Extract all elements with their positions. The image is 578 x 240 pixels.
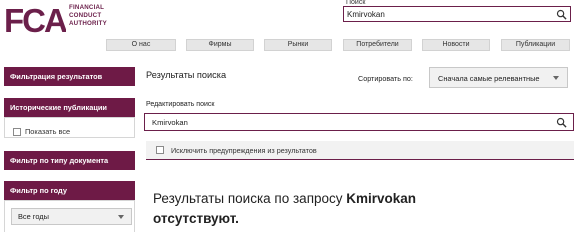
nav-consumers[interactable]: Потребители	[343, 39, 412, 51]
filter-results-heading: Фильтрация результатов	[4, 67, 135, 86]
sort-select[interactable]: Сначала самые релевантные	[429, 67, 568, 88]
chevron-down-icon	[118, 215, 124, 219]
nav-about[interactable]: О нас	[106, 39, 176, 51]
sort-label: Сортировать по:	[358, 74, 413, 83]
page-title: Результаты поиска	[146, 70, 227, 80]
edit-search-input[interactable]	[152, 116, 532, 128]
edit-search-box[interactable]	[144, 113, 574, 131]
no-results-prefix: Результаты поиска по запросу	[153, 191, 347, 206]
historic-panel: Показать все	[4, 117, 135, 138]
year-select-value: Все годы	[18, 212, 49, 221]
no-results-suffix: отсутствуют.	[153, 211, 239, 226]
show-all-checkbox[interactable]	[13, 127, 21, 136]
no-results-message: Результаты поиска по запросу Kmirvokan о…	[153, 189, 573, 229]
fca-logo[interactable]: FCA FINANCIAL CONDUCT AUTHORITY	[4, 2, 119, 36]
nav-publications[interactable]: Публикации	[501, 39, 570, 51]
fca-logo-mark: FCA	[4, 2, 66, 36]
search-input[interactable]	[347, 8, 547, 20]
year-select[interactable]: Все годы	[11, 208, 132, 225]
filter-doc-type-toggle[interactable]: Фильтр по типу документа	[4, 151, 135, 170]
no-results-query: Kmirvokan	[346, 191, 417, 206]
historic-publications-toggle[interactable]: Исторические публикации	[4, 98, 135, 117]
exclude-warnings-label: Исключить предупреждения из результатов	[171, 146, 317, 155]
logo-wordmark: FINANCIAL CONDUCT AUTHORITY	[69, 4, 107, 28]
nav-markets[interactable]: Рынки	[264, 39, 332, 51]
show-all-option[interactable]: Показать все	[13, 123, 70, 141]
filter-year-toggle[interactable]: Фильтр по году	[4, 181, 135, 200]
header-search[interactable]	[343, 6, 571, 22]
search-icon[interactable]	[556, 9, 567, 20]
chevron-down-icon	[553, 76, 559, 80]
exclude-warnings-bar: Исключить предупреждения из результатов	[146, 141, 574, 160]
search-icon[interactable]	[556, 117, 567, 128]
logo-line-2: CONDUCT	[69, 12, 102, 19]
year-panel: Все годы	[4, 200, 135, 232]
svg-text:FCA: FCA	[4, 2, 66, 36]
show-all-label: Показать все	[25, 127, 71, 137]
logo-line-1: FINANCIAL	[69, 4, 105, 11]
nav-firms[interactable]: Фирмы	[186, 39, 254, 51]
sort-select-value: Сначала самые релевантные	[438, 74, 540, 83]
edit-search-label: Редактировать поиск	[146, 101, 215, 108]
nav-news[interactable]: Новости	[422, 39, 490, 51]
exclude-warnings-checkbox[interactable]	[156, 146, 164, 154]
logo-line-3: AUTHORITY	[69, 20, 107, 27]
